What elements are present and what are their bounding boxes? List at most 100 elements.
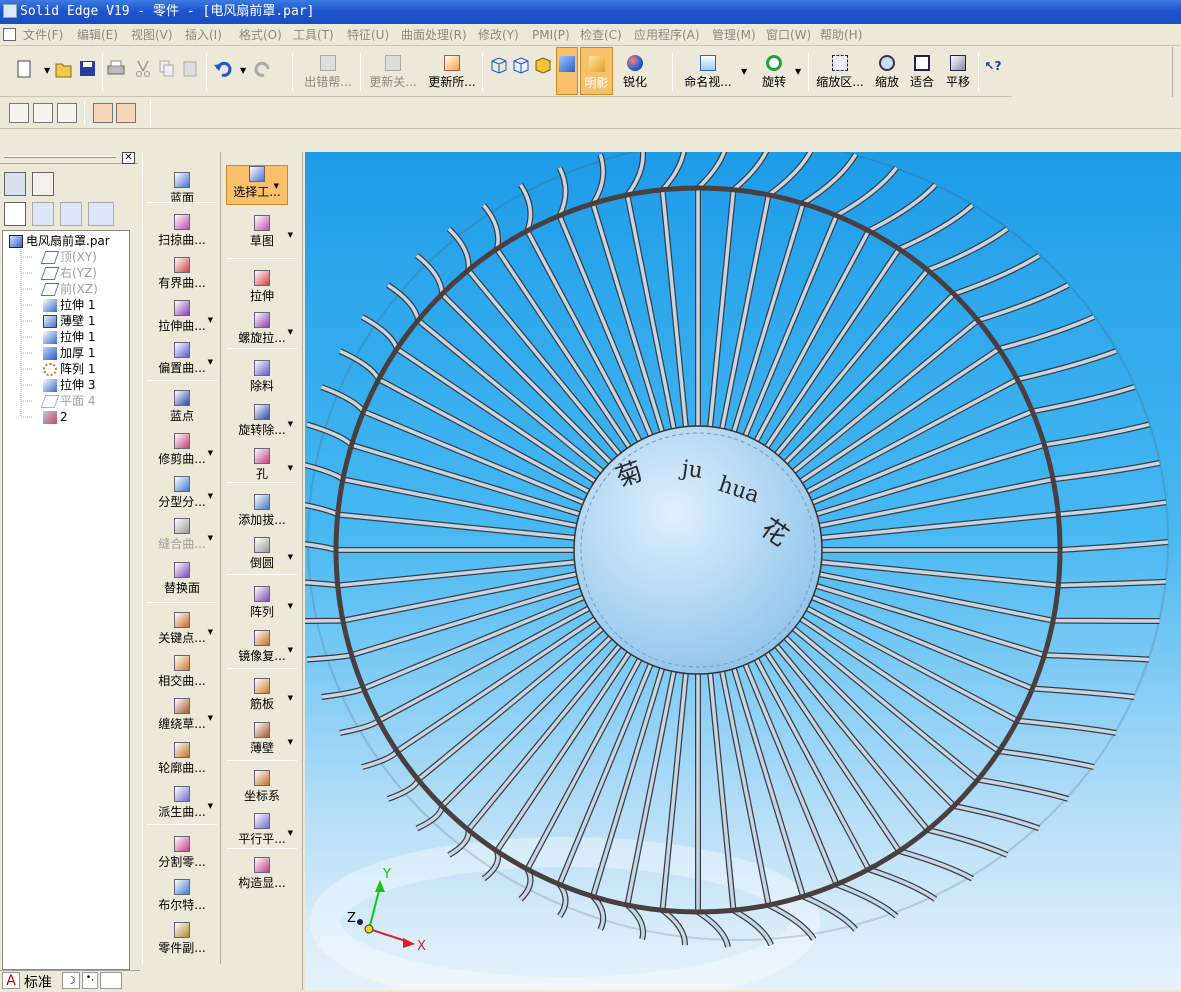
dropdown-arrow-icon[interactable]: ▼ — [208, 802, 213, 810]
surf-tool-2[interactable]: 有界曲... — [143, 257, 221, 291]
cut-icon[interactable] — [136, 60, 150, 77]
menu-manage[interactable]: 管理(M) — [712, 24, 756, 46]
sharpen-button[interactable]: 锐化 — [616, 47, 654, 95]
ime-mode-label[interactable]: 标准 — [24, 972, 52, 992]
surf-tool-6[interactable]: 修剪曲... ▼ — [143, 433, 221, 467]
pan-button[interactable]: 平移 — [942, 47, 974, 95]
named-views-button[interactable]: 命名视... — [676, 47, 740, 95]
surf-tool-16[interactable]: 布尔特... — [143, 879, 221, 913]
feat-tool-9[interactable]: 阵列 ▼ — [223, 586, 301, 620]
menu-edit[interactable]: 编辑(E) — [77, 24, 118, 46]
fan-guard-model[interactable]: 菊 juhua花XYZ — [305, 152, 1181, 990]
feat-tool-3[interactable]: 螺旋拉... ▼ — [223, 312, 301, 346]
feat-tool-1[interactable]: 草图 ▼ — [223, 215, 301, 249]
surf-tool-10[interactable]: 关键点... ▼ — [143, 612, 221, 646]
dropdown-arrow-icon[interactable]: ▼ — [288, 420, 293, 428]
tree-item-thicken-1[interactable]: 加厚 1 — [43, 345, 95, 361]
pathfinder-tab-icon[interactable] — [4, 202, 26, 226]
update-all-button[interactable]: 更新所... — [424, 47, 480, 95]
tree-item-protrusion-3[interactable]: 拉伸 3 — [43, 377, 95, 393]
feat-tool-12[interactable]: 薄壁 ▼ — [223, 722, 301, 756]
layers-tab-icon[interactable] — [32, 202, 54, 226]
feat-tool-11[interactable]: 筋板 ▼ — [223, 678, 301, 712]
surf-tool-7[interactable]: 分型分... ▼ — [143, 476, 221, 510]
dropdown-arrow-icon[interactable]: ▼ — [288, 231, 293, 239]
menu-help[interactable]: 帮助(H) — [820, 24, 862, 46]
dropdown-arrow-icon[interactable]: ▼ — [288, 646, 293, 654]
update-related-button[interactable]: 更新关... — [364, 47, 422, 95]
dropdown-arrow-icon[interactable]: ▼ — [288, 464, 293, 472]
surf-tool-11[interactable]: 相交曲... — [143, 655, 221, 689]
rotate-button[interactable]: 旋转 — [756, 47, 792, 95]
menu-view[interactable]: 视图(V) — [131, 24, 173, 46]
redo-icon[interactable] — [254, 61, 270, 77]
shaded-edges-icon[interactable] — [535, 57, 551, 74]
dropdown-arrow-icon[interactable]: ▼ — [288, 553, 293, 561]
dropdown-arrow-icon[interactable]: ▼ — [288, 602, 293, 610]
moon-icon[interactable]: ☽ — [62, 972, 80, 989]
menu-inspect[interactable]: 检查(C) — [580, 24, 622, 46]
menu-modify[interactable]: 修改(Y) — [478, 24, 519, 46]
menu-insert[interactable]: 插入(I) — [185, 24, 222, 46]
dropdown-arrow-icon[interactable]: ▼ — [288, 738, 293, 746]
surf-tool-1[interactable]: 扫掠曲... — [143, 214, 221, 248]
simplify-tab-icon[interactable] — [88, 202, 114, 226]
graphics-viewport[interactable]: 菊 ju hua 花 X Y Z — [305, 152, 1181, 990]
menu-format[interactable]: 格式(O) — [239, 24, 282, 46]
visible-edges-icon[interactable] — [513, 57, 529, 74]
dropdown-arrow-icon[interactable]: ▼ — [288, 328, 293, 336]
document-icon[interactable] — [3, 28, 16, 41]
surf-tool-17[interactable]: 零件副... — [143, 922, 221, 956]
dropdown-arrow-icon[interactable]: ▼ — [208, 714, 213, 722]
menu-tools[interactable]: 工具(T) — [293, 24, 334, 46]
dropdown-arrow-icon[interactable]: ▼ — [208, 534, 213, 542]
error-help-button[interactable]: 出错帮... — [298, 47, 358, 95]
whats-this-button[interactable]: ↖? — [982, 47, 1004, 95]
feat-tool-2[interactable]: 拉伸 — [223, 270, 301, 304]
copy-icon[interactable] — [159, 60, 174, 77]
tree-item-right-plane[interactable]: 右(YZ) — [40, 265, 97, 281]
edgebar-grip[interactable] — [4, 156, 116, 158]
tree-root[interactable]: 电风扇前罩.par — [9, 233, 110, 249]
menu-pmi[interactable]: PMI(P) — [532, 24, 570, 46]
dropdown-arrow-icon[interactable]: ▼ — [274, 182, 279, 190]
dropdown-arrow-icon[interactable]: ▼ — [208, 316, 213, 324]
ime-toggle-icon[interactable]: A — [2, 972, 20, 989]
print-icon[interactable] — [107, 60, 125, 75]
selection-manager-icon[interactable] — [57, 103, 77, 123]
surf-tool-3[interactable]: 拉伸曲... ▼ — [143, 300, 221, 334]
feat-tool-15[interactable]: 构造显... — [223, 857, 301, 891]
dropdown-arrow-icon[interactable]: ▼ — [208, 358, 213, 366]
save-icon[interactable] — [80, 61, 95, 76]
dropdown-arrow-icon[interactable]: ▼ — [208, 492, 213, 500]
tree-item-thinwall-1[interactable]: 薄壁 1 — [43, 313, 95, 329]
undo-icon[interactable] — [214, 61, 232, 77]
shaded-with-edges-button[interactable] — [556, 47, 578, 95]
quickpick-icon[interactable] — [33, 103, 53, 123]
shaded-button[interactable]: 明影 — [580, 47, 613, 95]
surf-tool-0[interactable]: 蓝面 — [143, 172, 221, 206]
feat-tool-0[interactable]: 选择工... ▼ — [226, 165, 288, 205]
tree-item-top-plane[interactable]: 顶(XY) — [40, 249, 97, 265]
surf-tool-9[interactable]: 替换面 — [143, 562, 221, 596]
rotate-dropdown-icon[interactable]: ▼ — [795, 67, 801, 76]
menu-window[interactable]: 窗口(W) — [766, 24, 811, 46]
tree-item-2[interactable]: 2 — [43, 409, 68, 425]
feat-tool-5[interactable]: 旋转除... ▼ — [223, 404, 301, 438]
tree-item-pattern-1[interactable]: 阵列 1 — [43, 361, 95, 377]
dropdown-arrow-icon[interactable]: ▼ — [208, 628, 213, 636]
feat-tool-10[interactable]: 镜像复... ▼ — [223, 630, 301, 664]
new-file-icon[interactable] — [17, 60, 31, 78]
paste-icon[interactable] — [183, 61, 197, 77]
tree-item-plane-4[interactable]: 平面 4 — [40, 393, 95, 409]
sensors-tab-icon[interactable] — [60, 202, 82, 226]
dropdown-arrow-icon[interactable]: ▼ — [208, 449, 213, 457]
surf-tool-13[interactable]: 轮廓曲... — [143, 742, 221, 776]
tree-item-protrusion-1b[interactable]: 拉伸 1 — [43, 329, 95, 345]
feat-tool-14[interactable]: 平行平... ▼ — [223, 813, 301, 847]
feat-tool-6[interactable]: 孔 ▼ — [223, 448, 301, 482]
tree-item-front-plane[interactable]: 前(XZ) — [40, 281, 98, 297]
close-icon[interactable]: ✕ — [122, 152, 135, 164]
dropdown-arrow-icon[interactable]: ▼ — [288, 829, 293, 837]
zoom-button[interactable]: 缩放 — [872, 47, 902, 95]
